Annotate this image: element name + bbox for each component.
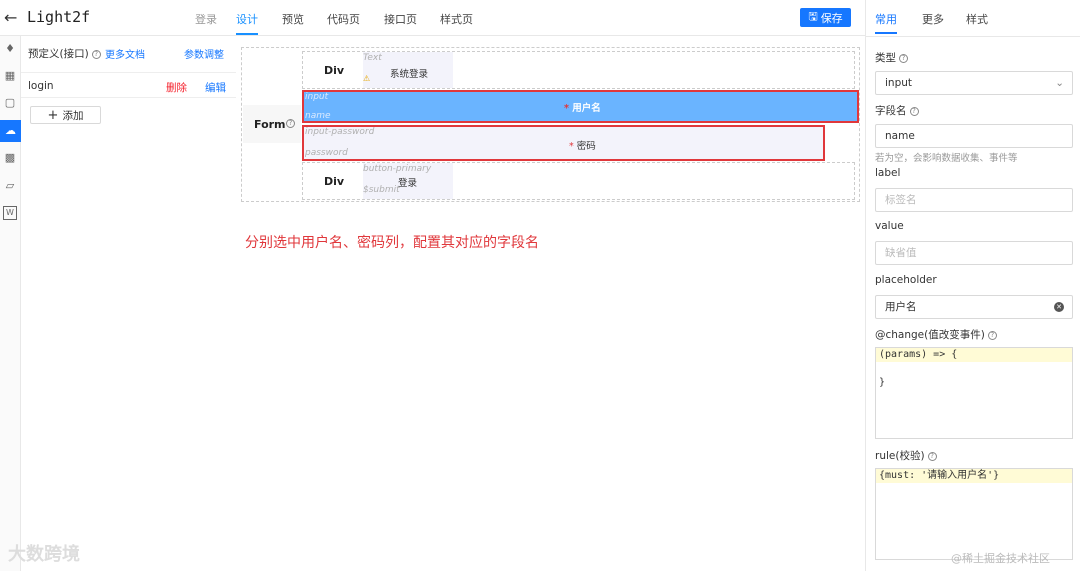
icon-rail: ♦ ▦ ▢ ☁ ▩ ▱ W [0,36,21,571]
active-tab-indicator [236,33,258,35]
design-canvas: Form ? Div Text ⚠ 系统登录 input name * 用户名 … [241,47,860,202]
value-label: value [875,220,904,232]
div-label: Div [324,64,345,77]
watermark-left: 大数跨境 [8,544,80,565]
placeholder-label: placeholder [875,274,937,286]
code-line: } [879,377,886,388]
help-icon[interactable]: ? [91,50,101,59]
tab-code-page[interactable]: 代码页 [327,11,360,27]
placeholder-input[interactable]: 用户名 ✕ [875,295,1073,319]
title-text: 系统登录 [390,69,429,80]
word-icon[interactable]: W [3,206,17,220]
chart-icon[interactable]: ▩ [3,151,17,165]
form-label: Form [254,118,286,131]
rule-code-editor[interactable]: {must: '请输入用户名'} [875,468,1073,560]
annotation-text: 分别选中用户名、密码列，配置其对应的字段名 [245,235,539,251]
field-name-hint: password [305,148,348,158]
add-button-label: 添加 [62,109,84,122]
cloud-icon[interactable]: ☁ [0,120,21,142]
password-input-row[interactable]: input-password password * 密码 [302,125,825,161]
password-label: * 密码 [569,141,596,152]
predefined-api-title: 预定义(接口)? [28,46,101,61]
param-adjust-link[interactable]: 参数调整 [184,46,224,61]
tab-preview[interactable]: 预览 [282,11,304,27]
field-name-hint: $submit [363,185,400,195]
field-name-hint-text: 若为空，会影响数据收集、事件等 [875,153,1018,164]
back-arrow-icon[interactable]: ← [4,8,17,27]
grid-icon[interactable]: ▦ [3,69,17,83]
field-name-label: 字段名? [875,103,919,118]
app-title: Light2f [27,8,91,26]
watermark-right: @稀土掘金技术社区 [951,552,1050,565]
tab-style-page[interactable]: 样式页 [440,11,473,27]
tab-api-page[interactable]: 接口页 [384,11,417,27]
type-label: 类型? [875,50,908,65]
right-panel: 常用 更多 样式 类型? input ⌄ 字段名? 若为空，会影响数据收集、事件… [865,0,1080,571]
help-icon: ? [286,119,295,128]
field-name-hint: name [305,111,331,121]
label-label: label [875,167,901,179]
form-label-cell[interactable]: Form ? [243,105,301,143]
component-type-hint: Text [363,53,382,63]
div-row-submit[interactable]: Div button-primary $submit 登录 [302,162,855,200]
plus-icon: + [47,107,59,123]
value-input[interactable] [875,241,1073,265]
save-icon: 🖫 [808,10,818,23]
type-select[interactable]: input ⌄ [875,71,1073,95]
save-button-label: 保存 [820,11,843,25]
more-docs-link[interactable]: 更多文档 [105,46,145,61]
username-label: * 用户名 [564,103,601,114]
delete-link[interactable]: 删除 [166,80,187,95]
list-item: login 删除 编辑 [21,72,236,98]
username-input-row[interactable]: input name * 用户名 [302,90,859,123]
component-type-hint: input [305,92,329,102]
tab-login[interactable]: 登录 [195,11,217,27]
help-icon[interactable]: ? [927,452,937,461]
warning-icon: ⚠ [363,74,371,83]
div-label: Div [324,175,345,188]
tab-style[interactable]: 样式 [966,11,988,27]
api-item-name: login [28,80,54,92]
clear-icon[interactable]: ✕ [1054,302,1064,312]
edit-link[interactable]: 编辑 [205,80,226,95]
code-line: (params) => { [876,348,1072,362]
window-icon[interactable]: ▢ [3,96,17,110]
help-icon[interactable]: ? [909,107,919,116]
tab-common[interactable]: 常用 [875,11,897,27]
field-name-input[interactable] [875,124,1073,148]
rule-label: rule(校验)? [875,448,937,463]
save-button[interactable]: 🖫 保存 [800,8,851,27]
button-cell[interactable]: button-primary $submit 登录 [363,163,453,199]
code-line: {must: '请输入用户名'} [876,469,1072,483]
help-icon[interactable]: ? [987,331,997,340]
component-type-hint: button-primary [363,164,432,174]
tab-design[interactable]: 设计 [236,11,258,27]
tab-more[interactable]: 更多 [922,11,944,27]
active-tab-indicator [875,32,897,34]
add-button[interactable]: + 添加 [30,106,101,124]
text-cell[interactable]: Text ⚠ 系统登录 [363,52,453,88]
top-bar: ← Light2f 登录 设计 预览 代码页 接口页 样式页 🖫 保存 [0,0,865,36]
change-code-editor[interactable]: (params) => { } [875,347,1073,439]
help-icon[interactable]: ? [899,54,908,63]
chevron-down-icon: ⌄ [1055,77,1064,89]
component-type-hint: input-password [305,127,375,137]
left-panel: 预定义(接口)? 更多文档 参数调整 login 删除 编辑 + 添加 [21,36,236,571]
label-input[interactable] [875,188,1073,212]
submit-button-text: 登录 [398,178,418,189]
divider [866,36,1080,37]
change-event-label: @change(值改变事件)? [875,327,997,342]
puzzle-icon[interactable]: ♦ [3,42,17,56]
div-row-title[interactable]: Div Text ⚠ 系统登录 [302,51,855,89]
cube-icon[interactable]: ▱ [3,179,17,193]
